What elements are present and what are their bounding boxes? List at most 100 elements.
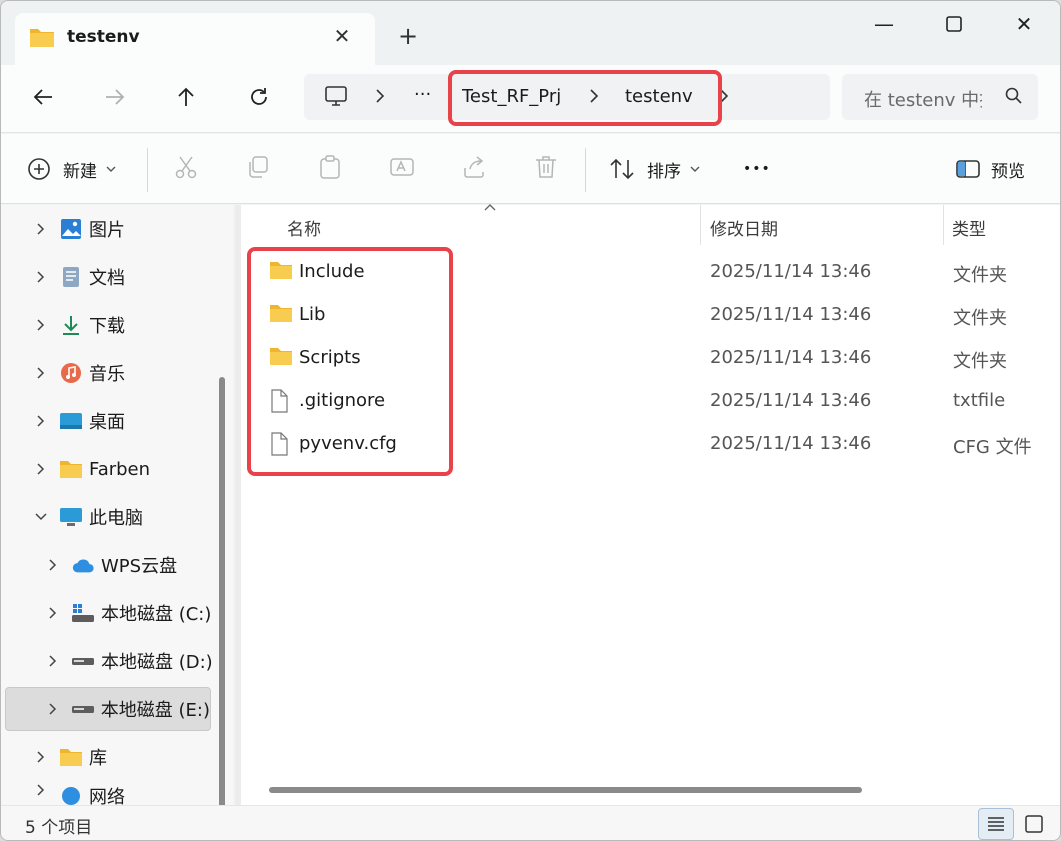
files-highlight-box xyxy=(247,247,453,476)
sidebar-item-label: 音乐 xyxy=(89,364,125,385)
chevron-right-icon[interactable] xyxy=(43,702,63,716)
column-divider[interactable] xyxy=(700,205,701,245)
tab-title: testenv xyxy=(67,27,140,47)
forward-button[interactable] xyxy=(95,79,135,115)
copy-icon[interactable] xyxy=(245,154,275,184)
library-icon xyxy=(59,745,83,769)
chevron-right-icon[interactable] xyxy=(31,462,51,476)
downloads-icon xyxy=(59,313,83,337)
network-icon xyxy=(59,783,83,805)
delete-icon[interactable] xyxy=(533,154,563,184)
breadcrumb-overflow[interactable]: ··· xyxy=(414,84,431,105)
back-button[interactable] xyxy=(23,79,63,115)
drive-icon xyxy=(71,649,95,673)
column-header-modified[interactable]: 修改日期 xyxy=(710,215,778,240)
chevron-right-icon[interactable] xyxy=(31,783,51,797)
item-count: 5 个项目 xyxy=(25,818,93,838)
status-bar: 5 个项目 xyxy=(1,805,1060,840)
sort-ascending-icon xyxy=(484,204,496,211)
file-modified: 2025/11/14 13:46 xyxy=(710,390,872,411)
file-type: CFG 文件 xyxy=(953,437,1032,458)
forward-arrow-icon xyxy=(106,89,125,105)
minimize-button[interactable]: — xyxy=(849,1,919,47)
close-window-button[interactable]: ✕ xyxy=(989,1,1059,47)
chevron-right-icon[interactable] xyxy=(31,750,51,764)
new-tab-button[interactable]: + xyxy=(395,23,421,49)
navigation-bar: ··· Test_RF_Prj testenv 在 testenv 中搜索 xyxy=(1,65,1060,133)
chevron-down-icon xyxy=(106,166,116,172)
chevron-right-icon[interactable] xyxy=(43,558,63,572)
chevron-right-icon[interactable] xyxy=(31,366,51,380)
details-view-button[interactable] xyxy=(978,808,1014,840)
more-options-button[interactable]: ••• xyxy=(743,151,771,187)
sidebar-item-downloads[interactable]: 下载 xyxy=(31,303,237,347)
chevron-right-icon[interactable] xyxy=(31,222,51,236)
sidebar-scrollbar[interactable] xyxy=(219,377,225,840)
sidebar-item-label: 网络 xyxy=(89,787,125,805)
sidebar-item-label: 本地磁盘 (E:) xyxy=(100,700,210,721)
sort-button[interactable]: 排序 xyxy=(609,151,701,187)
tab-testenv[interactable]: testenv ✕ xyxy=(15,13,375,65)
file-list-pane: 名称 修改日期 类型 Include 2025/11/14 13:46 文件夹 … xyxy=(241,204,1060,805)
preview-pane-icon xyxy=(956,160,980,178)
sidebar-item-drive-e[interactable]: 本地磁盘 (E:) xyxy=(5,687,211,731)
title-bar: testenv ✕ + — ✕ xyxy=(1,1,1060,65)
refresh-button[interactable] xyxy=(239,79,279,115)
navigation-pane: 图片 文档 下载 音乐 桌面 Farben 此电脑 WPS云盘 本地磁盘 (C:… xyxy=(1,205,233,840)
horizontal-scrollbar[interactable] xyxy=(269,787,862,793)
sidebar-item-label: WPS云盘 xyxy=(101,556,178,577)
preview-label: 预览 xyxy=(991,161,1025,182)
sidebar-item-label: 本地磁盘 (C:) xyxy=(101,604,212,625)
sidebar-item-farben[interactable]: Farben xyxy=(31,447,237,491)
tiles-view-icon xyxy=(1025,815,1043,833)
sidebar-item-library[interactable]: 库 xyxy=(31,735,237,779)
sidebar-item-pictures[interactable]: 图片 xyxy=(31,207,237,251)
drive-icon xyxy=(71,697,95,721)
sidebar-item-label: 下载 xyxy=(89,316,125,337)
chevron-down-icon[interactable] xyxy=(31,512,51,522)
sidebar-item-documents[interactable]: 文档 xyxy=(31,255,237,299)
sidebar-item-music[interactable]: 音乐 xyxy=(31,351,237,395)
chevron-right-icon[interactable] xyxy=(43,606,63,620)
chevron-right-icon[interactable] xyxy=(43,654,63,668)
paste-icon[interactable] xyxy=(317,154,347,184)
sidebar-item-label: 库 xyxy=(89,748,107,769)
file-type: 文件夹 xyxy=(953,265,1007,286)
chevron-right-icon[interactable] xyxy=(31,414,51,428)
share-icon[interactable] xyxy=(461,154,491,184)
command-bar: 新建 排序 ••• 预览 xyxy=(1,134,1060,204)
music-icon xyxy=(59,361,83,385)
sidebar-item-network[interactable]: 网络 xyxy=(31,783,237,805)
column-divider[interactable] xyxy=(943,205,944,245)
close-tab-button[interactable]: ✕ xyxy=(331,25,353,47)
sidebar-item-label: 文档 xyxy=(89,268,125,289)
chevron-right-icon[interactable] xyxy=(374,88,386,109)
sidebar-item-label: 桌面 xyxy=(89,412,125,433)
this-pc-icon[interactable] xyxy=(324,85,348,112)
up-button[interactable] xyxy=(166,79,206,115)
preview-button[interactable]: 预览 xyxy=(955,151,1025,187)
search-box[interactable]: 在 testenv 中搜索 xyxy=(842,74,1038,120)
file-type: 文件夹 xyxy=(953,351,1007,372)
sort-icon xyxy=(610,158,634,180)
search-icon[interactable] xyxy=(1004,86,1024,110)
file-modified: 2025/11/14 13:46 xyxy=(710,261,872,282)
column-header-name[interactable]: 名称 xyxy=(287,215,321,240)
details-view-icon xyxy=(988,817,1004,831)
new-button[interactable]: 新建 xyxy=(27,151,117,187)
tiles-view-button[interactable] xyxy=(1016,808,1052,840)
folder-icon xyxy=(29,26,55,52)
chevron-right-icon[interactable] xyxy=(31,318,51,332)
chevron-right-icon[interactable] xyxy=(31,270,51,284)
column-header-type[interactable]: 类型 xyxy=(952,215,986,240)
sidebar-item-label: 图片 xyxy=(89,220,125,241)
rename-icon[interactable] xyxy=(389,154,419,184)
file-explorer-window: testenv ✕ + — ✕ ··· Test_RF_Prj testenv … xyxy=(0,0,1061,841)
sidebar-item-label: 本地磁盘 (D:) xyxy=(101,652,213,673)
maximize-button[interactable] xyxy=(919,1,989,47)
file-modified: 2025/11/14 13:46 xyxy=(710,433,872,454)
refresh-icon xyxy=(251,88,267,105)
sidebar-item-this-pc[interactable]: 此电脑 xyxy=(31,495,237,539)
sidebar-item-desktop[interactable]: 桌面 xyxy=(31,399,237,443)
cut-icon[interactable] xyxy=(173,154,203,184)
